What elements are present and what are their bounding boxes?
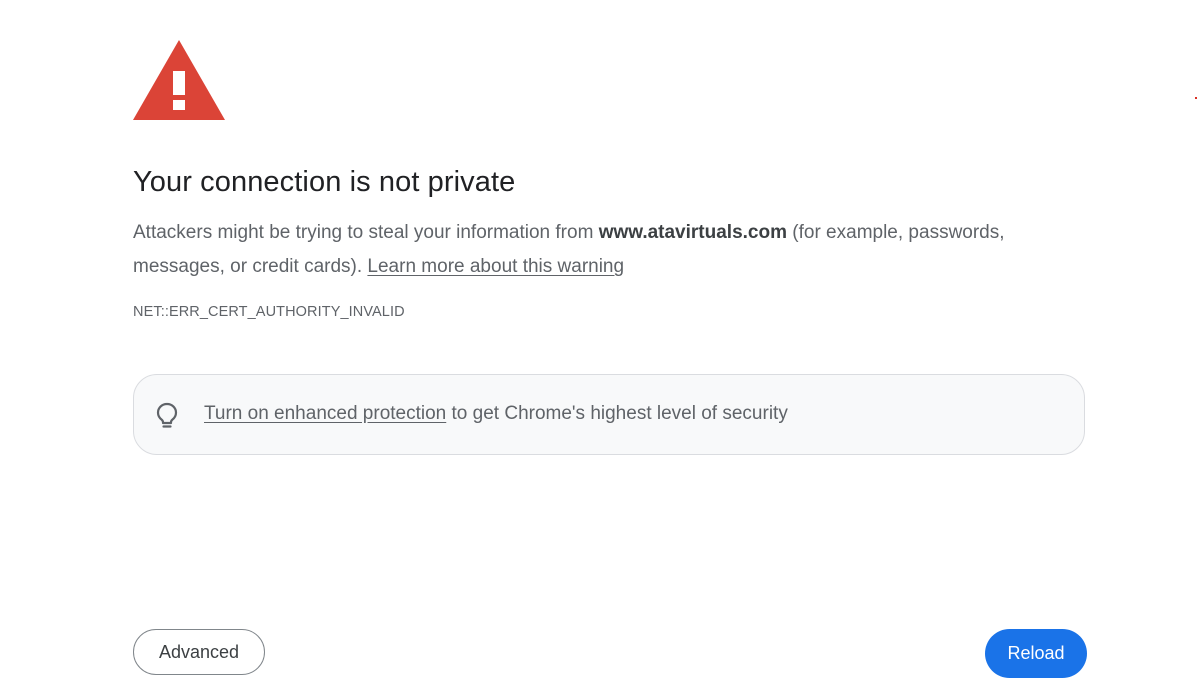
advanced-button[interactable]: Advanced — [133, 629, 265, 675]
description-text: Attackers might be trying to steal your … — [133, 222, 599, 243]
red-dot-artifact — [1195, 97, 1197, 99]
enhanced-protection-text: Turn on enhanced protection to get Chrom… — [204, 403, 788, 425]
warning-description: Attackers might be trying to steal your … — [133, 216, 1073, 284]
page-title: Your connection is not private — [133, 166, 516, 198]
site-domain: www.atavirtuals.com — [598, 222, 787, 243]
error-code: NET::ERR_CERT_AUTHORITY_INVALID — [133, 304, 405, 320]
learn-more-link[interactable]: Learn more about this warning — [367, 256, 624, 277]
enhanced-protection-rest: to get Chrome's highest level of securit… — [446, 403, 788, 424]
lightbulb-icon — [156, 402, 178, 428]
enhanced-protection-link[interactable]: Turn on enhanced protection — [204, 403, 446, 424]
enhanced-protection-banner: Turn on enhanced protection to get Chrom… — [133, 374, 1085, 455]
interstitial-page: Your connection is not private Attackers… — [0, 0, 1200, 692]
warning-triangle-icon — [133, 40, 225, 120]
reload-button[interactable]: Reload — [985, 629, 1087, 678]
